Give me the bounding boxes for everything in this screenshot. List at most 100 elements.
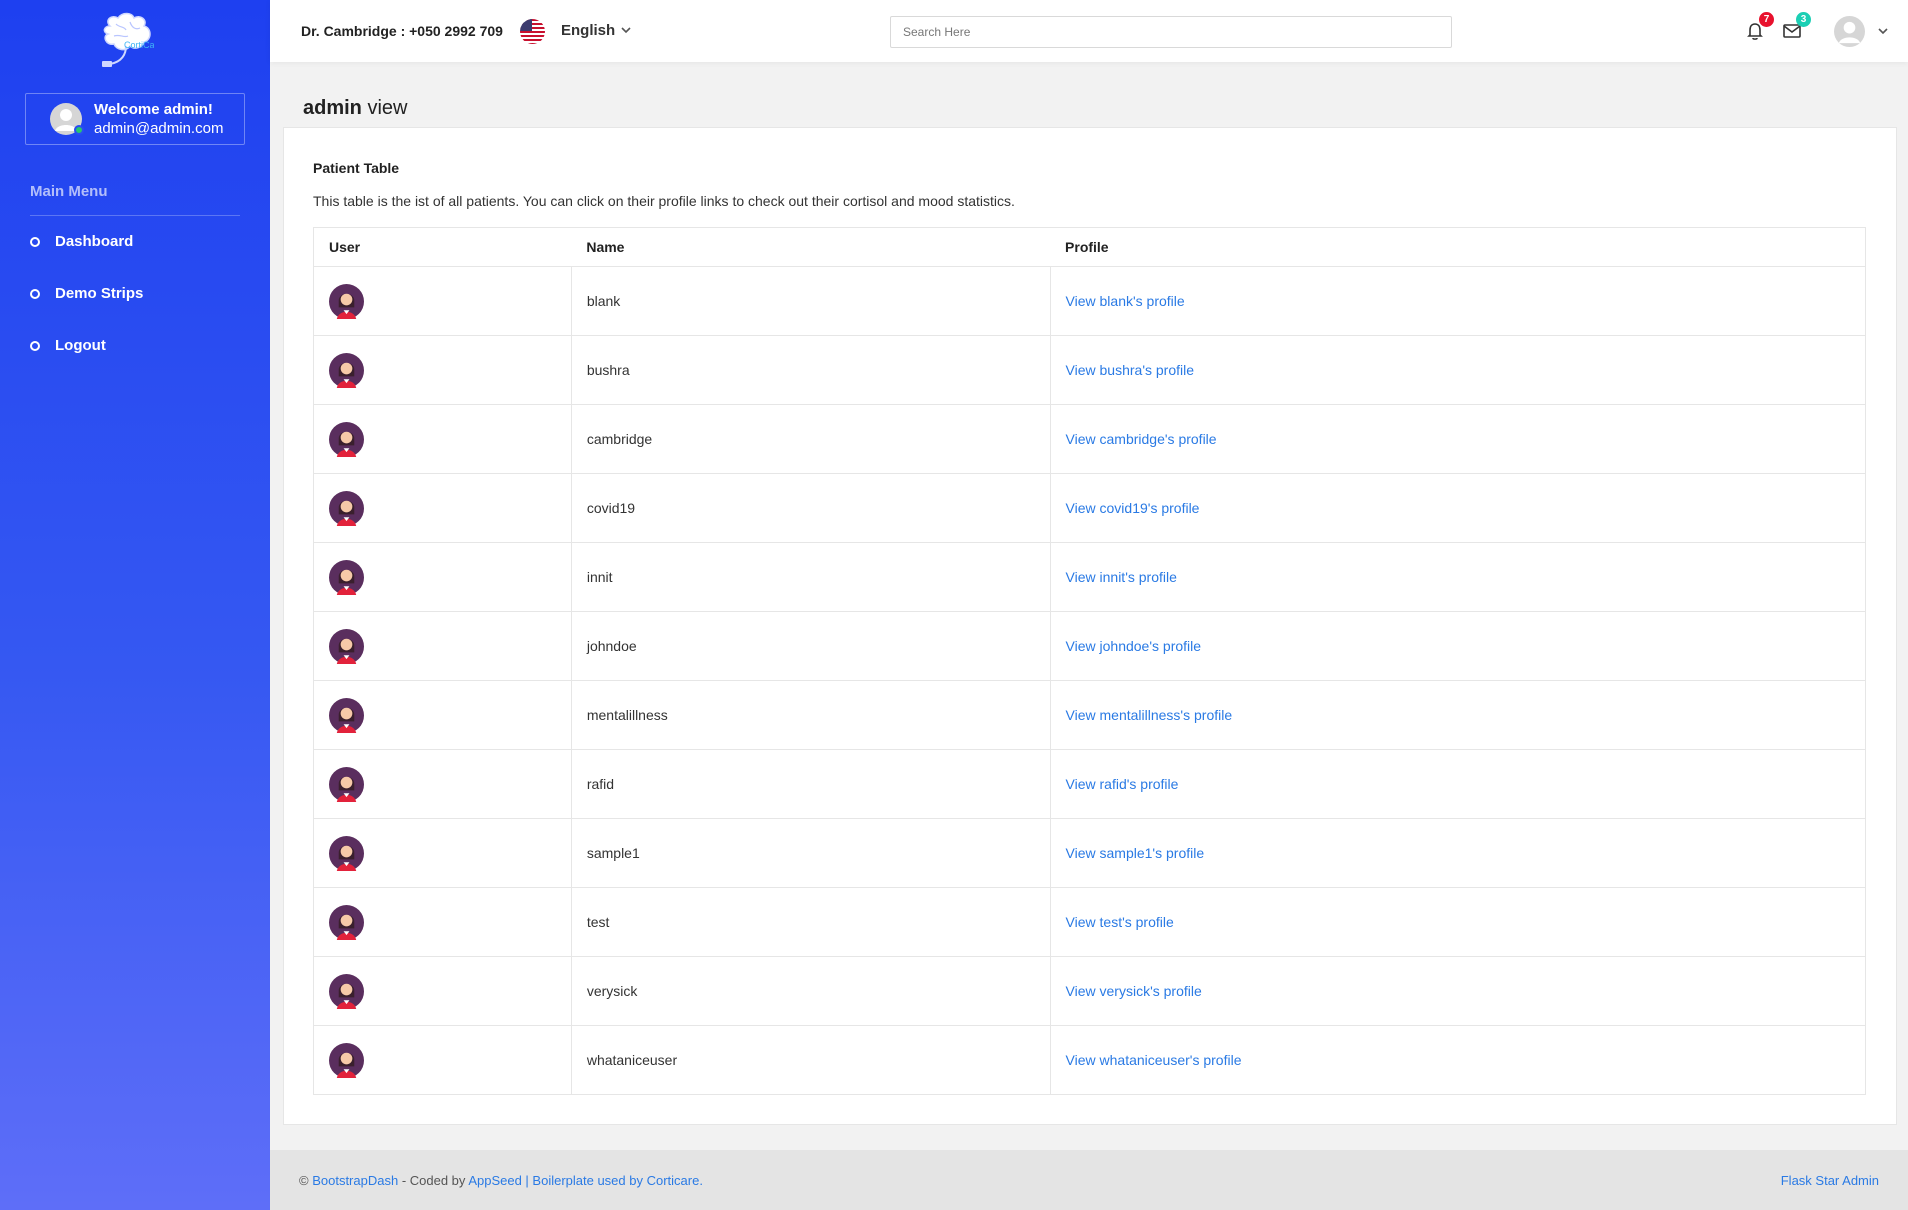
profile-cell: View whataniceuser's profile [1049, 1025, 1867, 1095]
patient-avatar-icon [329, 766, 571, 802]
appseed-link[interactable]: AppSeed [468, 1173, 522, 1188]
patient-avatar-icon [329, 835, 571, 871]
table-row: rafid View rafid's profile [313, 749, 1867, 819]
us-flag-icon[interactable] [520, 19, 545, 44]
patient-avatar-icon [329, 904, 571, 940]
chevron-down-icon[interactable] [620, 24, 632, 36]
table-header-row: User Name Profile [313, 227, 1867, 267]
user-cell [313, 887, 572, 957]
search-input[interactable] [890, 16, 1452, 48]
user-cell [313, 404, 572, 474]
table-row: johndoe View johndoe's profile [313, 611, 1867, 681]
profile-cell: View bushra's profile [1049, 335, 1867, 405]
patient-avatar-icon [329, 559, 571, 595]
view-profile-link[interactable]: View verysick's profile [1066, 983, 1202, 999]
profile-cell: View verysick's profile [1049, 956, 1867, 1026]
patient-table: User Name Profile blank View blank's prof… [313, 227, 1867, 1095]
patient-name: cambridge [570, 404, 1051, 474]
circle-bullet-icon [30, 236, 40, 247]
view-profile-link[interactable]: View innit's profile [1066, 569, 1177, 585]
profile-cell: View test's profile [1049, 887, 1867, 957]
table-row: covid19 View covid19's profile [313, 473, 1867, 543]
patient-avatar-icon [329, 352, 571, 388]
doctor-contact: Dr. Cambridge : +050 2992 709 [301, 23, 503, 39]
user-cell [313, 266, 572, 336]
card-title: Patient Table [313, 160, 400, 176]
patient-avatar-icon [329, 628, 571, 664]
patient-name: blank [570, 266, 1051, 336]
messages-badge: 3 [1796, 12, 1811, 27]
profile-cell: View sample1's profile [1049, 818, 1867, 888]
card-description: This table is the ist of all patients. Y… [313, 193, 1015, 209]
user-cell [313, 749, 572, 819]
circle-bullet-icon [30, 340, 40, 351]
patient-avatar-icon [329, 283, 571, 319]
profile-cell: View blank's profile [1049, 266, 1867, 336]
page-title: admin view [303, 97, 407, 120]
view-profile-link[interactable]: View blank's profile [1066, 293, 1185, 309]
profile-cell: View johndoe's profile [1049, 611, 1867, 681]
footer: © BootstrapDash - Coded by AppSeed | Boi… [270, 1150, 1908, 1210]
brand-logo-text: CortiCare [124, 40, 154, 50]
brand-logo-icon[interactable]: CortiCare [96, 12, 163, 74]
boilerplate-link[interactable]: | Boilerplate used by Corticare. [522, 1173, 703, 1188]
profile-cell: View cambridge's profile [1049, 404, 1867, 474]
user-menu-avatar[interactable] [1834, 16, 1865, 47]
patient-name: covid19 [570, 473, 1051, 543]
view-profile-link[interactable]: View johndoe's profile [1066, 638, 1202, 654]
page-title-bold: admin [303, 97, 362, 119]
circle-bullet-icon [30, 288, 40, 299]
view-profile-link[interactable]: View whataniceuser's profile [1066, 1052, 1242, 1068]
online-status-dot [74, 125, 84, 135]
profile-cell: View innit's profile [1049, 542, 1867, 612]
user-cell [313, 818, 572, 888]
column-header-profile: Profile [1050, 227, 1867, 267]
profile-cell: View rafid's profile [1049, 749, 1867, 819]
patient-name: sample1 [570, 818, 1051, 888]
view-profile-link[interactable]: View bushra's profile [1066, 362, 1194, 378]
profile-cell: View covid19's profile [1049, 473, 1867, 543]
view-profile-link[interactable]: View covid19's profile [1066, 500, 1200, 516]
sidebar-item-dashboard[interactable]: Dashboard [30, 233, 133, 250]
patient-name: innit [570, 542, 1051, 612]
table-row: blank View blank's profile [313, 266, 1867, 336]
patient-name: bushra [570, 335, 1051, 405]
notifications-badge: 7 [1759, 12, 1774, 27]
notifications-button[interactable]: 7 [1744, 12, 1774, 42]
patient-table-card: Patient Table This table is the ist of a… [283, 127, 1897, 1125]
bootstrapdash-link[interactable]: BootstrapDash [312, 1173, 398, 1188]
column-header-user: User [313, 227, 572, 267]
table-row: bushra View bushra's profile [313, 335, 1867, 405]
patient-name: verysick [570, 956, 1051, 1026]
user-cell [313, 335, 572, 405]
user-cell [313, 611, 572, 681]
page-title-rest: view [361, 97, 408, 119]
chevron-down-icon[interactable] [1877, 25, 1889, 37]
sidebar-item-demo-strips[interactable]: Demo Strips [30, 285, 143, 302]
patient-name: johndoe [570, 611, 1051, 681]
user-email: admin@admin.com [94, 120, 224, 137]
patient-avatar-icon [329, 1042, 571, 1078]
view-profile-link[interactable]: View rafid's profile [1066, 776, 1179, 792]
table-row: cambridge View cambridge's profile [313, 404, 1867, 474]
user-cell [313, 956, 572, 1026]
view-profile-link[interactable]: View cambridge's profile [1066, 431, 1217, 447]
column-header-name: Name [571, 227, 1051, 267]
sidebar-item-logout[interactable]: Logout [30, 337, 106, 354]
user-profile-box[interactable]: Welcome admin! admin@admin.com [25, 93, 245, 145]
view-profile-link[interactable]: View sample1's profile [1066, 845, 1205, 861]
view-profile-link[interactable]: View test's profile [1066, 914, 1174, 930]
flask-star-admin-link[interactable]: Flask Star Admin [1781, 1173, 1879, 1188]
footer-credits: © BootstrapDash - Coded by AppSeed | Boi… [299, 1173, 703, 1188]
view-profile-link[interactable]: View mentalillness's profile [1066, 707, 1233, 723]
messages-button[interactable]: 3 [1781, 12, 1811, 42]
language-selector[interactable]: English [561, 22, 615, 39]
avatar-icon [1834, 16, 1865, 47]
menu-divider [30, 215, 240, 216]
sidebar-item-label: Dashboard [55, 233, 134, 250]
copyright-symbol: © [299, 1173, 313, 1188]
patient-name: rafid [570, 749, 1051, 819]
welcome-text: Welcome admin! [94, 101, 213, 118]
patient-avatar-icon [329, 697, 571, 733]
user-cell [313, 1025, 572, 1095]
